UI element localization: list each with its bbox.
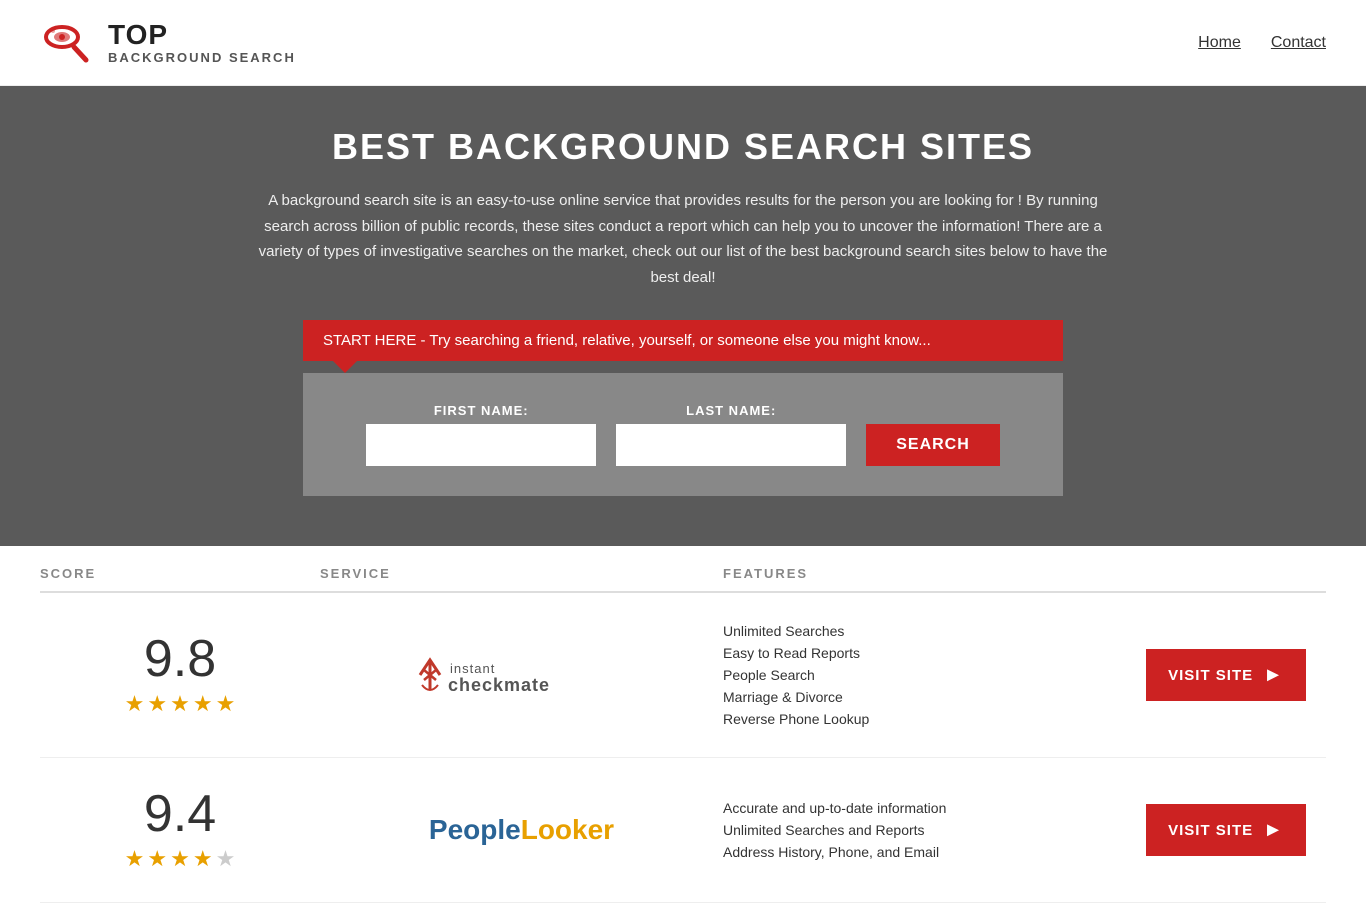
svg-text:checkmate: checkmate: [448, 675, 550, 695]
hero-description: A background search site is an easy-to-u…: [253, 188, 1113, 290]
callout-banner: START HERE - Try searching a friend, rel…: [303, 320, 1063, 361]
star-5: ★: [216, 691, 236, 717]
result-row-1: 9.8 ★ ★ ★ ★ ★: [40, 593, 1326, 758]
col-score: SCORE: [40, 566, 320, 581]
checkmate-logo: instant checkmate: [412, 645, 632, 705]
first-name-label: FIRST NAME:: [366, 403, 596, 418]
star-2-1: ★: [125, 846, 145, 872]
search-form-area: FIRST NAME: LAST NAME: SEARCH: [303, 373, 1063, 496]
last-name-group: LAST NAME:: [616, 403, 846, 466]
visit-col-2: VISIT SITE ►: [1126, 804, 1326, 856]
results-section: SCORE SERVICE FEATURES 9.8 ★ ★ ★ ★ ★: [0, 546, 1366, 903]
results-header: SCORE SERVICE FEATURES: [40, 546, 1326, 593]
page-title: BEST BACKGROUND SEARCH SITES: [20, 126, 1346, 168]
features-col-1: Unlimited Searches Easy to Read Reports …: [723, 623, 1126, 727]
features-col-2: Accurate and up-to-date information Unli…: [723, 800, 1126, 860]
feature-1-4: Marriage & Divorce: [723, 689, 1126, 705]
nav-home[interactable]: Home: [1198, 34, 1241, 52]
logo-top: TOP: [108, 20, 296, 51]
star-1: ★: [125, 691, 145, 717]
main-nav: Home Contact: [1198, 34, 1326, 52]
logo: TOP BACKGROUND SEARCH: [40, 15, 296, 70]
pl-people-text: People: [429, 814, 521, 845]
feature-1-2: Easy to Read Reports: [723, 645, 1126, 661]
feature-2-3: Address History, Phone, and Email: [723, 844, 1126, 860]
score-1: 9.8: [144, 633, 216, 685]
svg-text:instant: instant: [450, 661, 495, 676]
search-form: FIRST NAME: LAST NAME: SEARCH: [323, 403, 1043, 466]
visit-col-1: VISIT SITE ►: [1126, 649, 1326, 701]
visit-site-button-2[interactable]: VISIT SITE ►: [1146, 804, 1306, 856]
peoplelooker-logo: PeopleLooker: [429, 814, 614, 846]
star-4: ★: [193, 691, 213, 717]
star-2: ★: [147, 691, 167, 717]
last-name-label: LAST NAME:: [616, 403, 846, 418]
feature-1-3: People Search: [723, 667, 1126, 683]
visit-arrow-1: ►: [1263, 664, 1284, 687]
col-action: [1126, 566, 1326, 581]
feature-2-2: Unlimited Searches and Reports: [723, 822, 1126, 838]
star-2-5: ★: [216, 846, 236, 872]
score-col-1: 9.8 ★ ★ ★ ★ ★: [40, 633, 320, 717]
visit-site-label-1: VISIT SITE: [1168, 667, 1253, 684]
pl-looker-text: Looker: [521, 814, 614, 845]
result-row-2: 9.4 ★ ★ ★ ★ ★ PeopleLooker Accurate and …: [40, 758, 1326, 903]
service-col-1: instant checkmate: [320, 645, 723, 705]
star-2-2: ★: [147, 846, 167, 872]
score-col-2: 9.4 ★ ★ ★ ★ ★: [40, 788, 320, 872]
visit-site-label-2: VISIT SITE: [1168, 822, 1253, 839]
site-header: TOP BACKGROUND SEARCH Home Contact: [0, 0, 1366, 86]
stars-1: ★ ★ ★ ★ ★: [125, 691, 236, 717]
star-2-4: ★: [193, 846, 213, 872]
visit-arrow-2: ►: [1263, 819, 1284, 842]
score-2: 9.4: [144, 788, 216, 840]
feature-1-1: Unlimited Searches: [723, 623, 1126, 639]
last-name-input[interactable]: [616, 424, 846, 466]
logo-icon: [40, 15, 100, 70]
col-service: SERVICE: [320, 566, 723, 581]
first-name-input[interactable]: [366, 424, 596, 466]
star-2-3: ★: [170, 846, 190, 872]
feature-2-1: Accurate and up-to-date information: [723, 800, 1126, 816]
search-button[interactable]: SEARCH: [866, 424, 1000, 466]
feature-1-5: Reverse Phone Lookup: [723, 711, 1126, 727]
col-features: FEATURES: [723, 566, 1126, 581]
hero-section: BEST BACKGROUND SEARCH SITES A backgroun…: [0, 86, 1366, 546]
visit-site-button-1[interactable]: VISIT SITE ►: [1146, 649, 1306, 701]
logo-text: TOP BACKGROUND SEARCH: [108, 20, 296, 65]
nav-contact[interactable]: Contact: [1271, 34, 1326, 52]
star-3: ★: [170, 691, 190, 717]
service-col-2: PeopleLooker: [320, 814, 723, 846]
logo-bottom: BACKGROUND SEARCH: [108, 51, 296, 65]
first-name-group: FIRST NAME:: [366, 403, 596, 466]
stars-2: ★ ★ ★ ★ ★: [125, 846, 236, 872]
